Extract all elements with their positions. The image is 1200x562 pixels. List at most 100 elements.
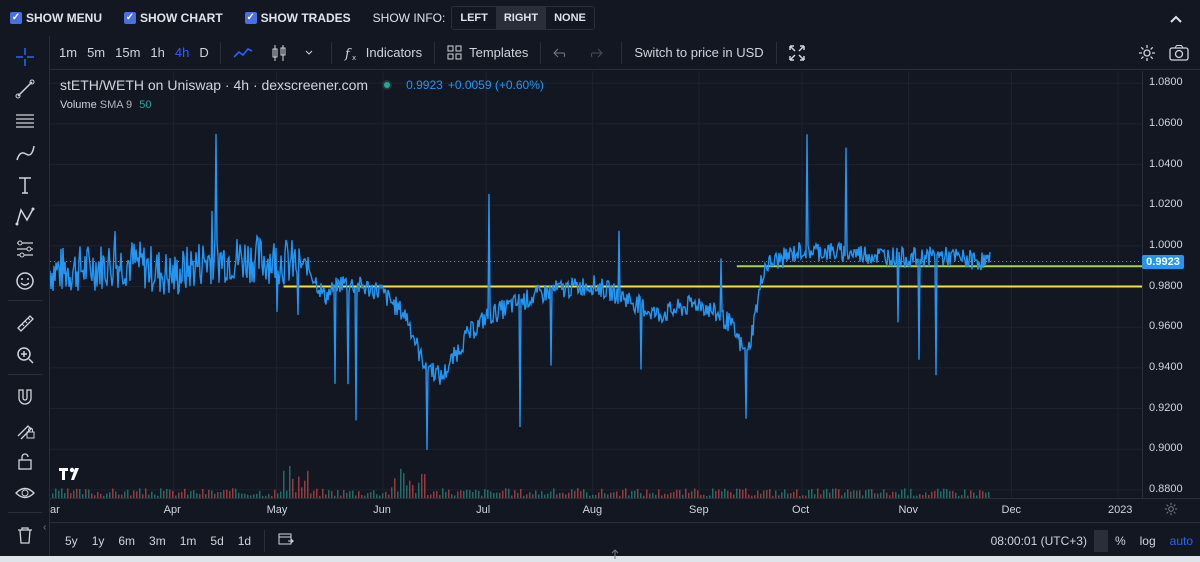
range-6m[interactable]: 6m — [111, 534, 142, 548]
tradingview-logo-icon[interactable] — [58, 466, 86, 488]
timezone-clock[interactable]: 08:00:01 (UTC+3) — [984, 534, 1094, 548]
volume-bar — [487, 489, 489, 498]
prediction-icon[interactable] — [10, 236, 40, 262]
x-tick-label: Oct — [792, 504, 810, 516]
volume-bar — [136, 491, 138, 498]
volume-bar — [484, 489, 486, 498]
timeframe-1m[interactable]: 1m — [54, 45, 82, 60]
x-tick-label: 2023 — [1107, 504, 1133, 516]
text-icon[interactable] — [10, 172, 40, 198]
drawing-toolbar: ‹ — [0, 36, 50, 558]
checkmark-icon: ✓ — [124, 12, 136, 24]
switch-price-usd-button[interactable]: Switch to price in USD — [628, 45, 769, 60]
volume-bar — [76, 488, 78, 498]
trend-line-icon[interactable] — [10, 76, 40, 102]
volume-bar — [316, 488, 318, 498]
undo-icon[interactable] — [547, 47, 581, 59]
timeframe-1h[interactable]: 1h — [145, 45, 169, 60]
bottom-resize-strip[interactable] — [0, 549, 1200, 562]
horizontal-lines-icon[interactable] — [10, 108, 40, 134]
volume-bar — [769, 489, 771, 498]
range-1m[interactable]: 1m — [173, 534, 204, 548]
camera-icon[interactable] — [1168, 42, 1190, 64]
volume-bar — [679, 490, 681, 498]
range-5d[interactable]: 5d — [203, 534, 230, 548]
volume-bar — [685, 488, 687, 498]
x-tick-label: Jul — [476, 504, 491, 516]
trash-icon[interactable] — [10, 522, 40, 548]
ruler-icon[interactable] — [10, 310, 40, 336]
volume-bar — [79, 489, 81, 498]
fullscreen-icon[interactable] — [783, 44, 817, 61]
volume-bar — [601, 488, 603, 498]
info-left-button[interactable]: LEFT — [452, 7, 496, 29]
pattern-icon[interactable] — [10, 204, 40, 230]
y-tick-label: 1.0000 — [1149, 238, 1183, 251]
eye-icon[interactable] — [10, 480, 40, 506]
volume-bar — [85, 489, 87, 498]
volume-bar — [112, 488, 114, 498]
axis-settings-gear-icon[interactable] — [1164, 502, 1178, 519]
volume-bar — [541, 491, 543, 498]
volume-bar — [553, 488, 555, 498]
timeframe-4h[interactable]: 4h — [170, 45, 194, 60]
y-tick-label: 1.0800 — [1149, 76, 1183, 89]
timeframe-d[interactable]: D — [194, 45, 213, 60]
volume-bar — [745, 488, 747, 498]
show-chart-checkbox[interactable]: ✓ SHOW CHART — [124, 11, 223, 25]
settings-gear-icon[interactable] — [1136, 42, 1158, 64]
support-lines[interactable] — [283, 265, 1142, 288]
lock-drawing-icon[interactable] — [10, 416, 40, 442]
crosshair-icon[interactable] — [10, 44, 40, 70]
brush-icon[interactable] — [10, 140, 40, 166]
range-1y[interactable]: 1y — [85, 534, 112, 548]
volume-bar — [952, 490, 954, 498]
magnet-icon[interactable] — [10, 384, 40, 410]
volume-bar — [313, 490, 315, 498]
lock-icon[interactable] — [10, 448, 40, 474]
price-chart[interactable] — [50, 71, 1142, 498]
emoji-icon[interactable] — [10, 268, 40, 294]
log-scale-button[interactable]: log — [1133, 534, 1163, 548]
time-axis[interactable]: ar Apr May Jun Jul Aug Sep Oct Nov Dec 2023 — [50, 498, 1200, 520]
volume-bar — [460, 490, 462, 498]
chevron-up-icon[interactable] — [1170, 10, 1182, 26]
divider — [540, 41, 542, 64]
candles-icon[interactable] — [265, 44, 299, 62]
indicators-button[interactable]: f x Indicators — [338, 45, 428, 61]
volume-bar — [817, 488, 819, 498]
volume-bar — [646, 489, 648, 498]
line-chart-icon[interactable] — [227, 46, 265, 60]
range-1d[interactable]: 1d — [231, 534, 258, 548]
volume-bar — [691, 491, 693, 498]
date-range-icon[interactable] — [271, 532, 301, 549]
chevron-down-icon[interactable] — [299, 50, 325, 56]
timeframe-15m[interactable]: 15m — [110, 45, 145, 60]
volume-legend: Volume SMA 9 50 — [60, 99, 151, 111]
auto-scale-button[interactable]: auto — [1163, 534, 1200, 548]
volume-bar — [856, 490, 858, 498]
y-tick-label: 1.0600 — [1149, 116, 1183, 129]
show-menu-checkbox[interactable]: ✓ SHOW MENU — [10, 11, 102, 25]
show-trades-checkbox[interactable]: ✓ SHOW TRADES — [244, 11, 351, 25]
volume-bar — [208, 489, 210, 498]
volume-bar — [808, 489, 810, 498]
range-5y[interactable]: 5y — [58, 534, 85, 548]
info-right-button[interactable]: RIGHT — [495, 7, 547, 29]
volume-bar — [298, 476, 300, 498]
volume-bar — [469, 490, 471, 498]
range-3m[interactable]: 3m — [142, 534, 173, 548]
volume-bar — [904, 488, 906, 498]
volume-bar — [475, 489, 477, 498]
volume-bar — [676, 489, 678, 498]
zoom-in-icon[interactable] — [10, 342, 40, 368]
volume-bar — [712, 488, 714, 498]
templates-button[interactable]: Templates — [441, 45, 534, 61]
volume-bar — [883, 489, 885, 498]
volume-bar — [169, 489, 171, 498]
redo-icon[interactable] — [581, 47, 615, 59]
info-none-button[interactable]: NONE — [546, 7, 594, 29]
price-axis[interactable]: 1.0800 1.0600 1.0400 1.0200 1.0000 0.9800 0.96… — [1142, 71, 1200, 498]
timeframe-5m[interactable]: 5m — [82, 45, 110, 60]
percent-scale-button[interactable]: % — [1108, 534, 1133, 548]
